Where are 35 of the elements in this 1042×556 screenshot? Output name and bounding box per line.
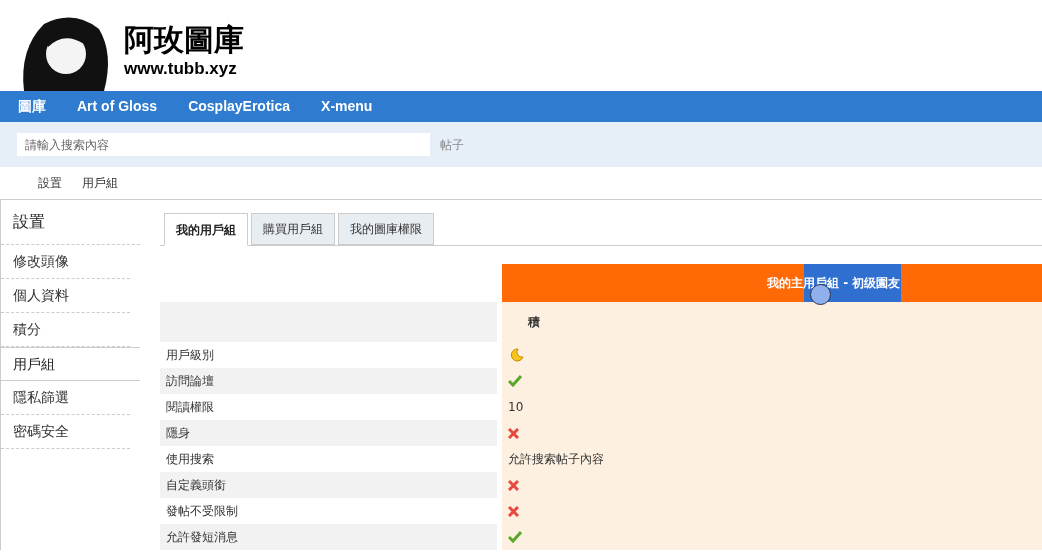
permission-label: 隱身 xyxy=(160,420,497,446)
permission-label: 閱讀權限 xyxy=(165,399,215,416)
moon-icon xyxy=(508,347,524,363)
nav-link[interactable]: Art of Gloss xyxy=(77,96,158,117)
check-icon xyxy=(508,375,522,387)
nav-link[interactable]: CosplayErotica xyxy=(188,96,291,117)
permission-label: 使用搜索 xyxy=(165,451,215,468)
points-label: 積 xyxy=(528,314,540,331)
permission-label: 允許發短消息 xyxy=(160,524,497,550)
search-field[interactable]: 請輸入搜索內容 xyxy=(17,133,430,156)
permission-label: 訪問論壇 xyxy=(160,368,497,394)
tab[interactable]: 我的用戶組 xyxy=(164,213,248,246)
permission-label: 發帖不受限制 xyxy=(165,503,239,520)
sidebar-title: 設置 xyxy=(1,200,140,245)
breadcrumb-link[interactable]: 設置 xyxy=(38,174,62,192)
sidebar-item[interactable]: 修改頭像 xyxy=(1,245,130,279)
sidebar-item[interactable]: 密碼安全 xyxy=(1,415,130,449)
logo-url: www.tubb.xyz xyxy=(124,59,238,79)
tab[interactable]: 購買用戶組 xyxy=(251,213,335,245)
sidebar-item[interactable]: 個人資料 xyxy=(1,279,130,313)
cross-icon xyxy=(508,505,519,517)
nav-link[interactable]: 圖庫 xyxy=(18,96,46,117)
sidebar-item[interactable]: 用戶組 xyxy=(1,347,140,381)
permission-value: 10 xyxy=(508,399,524,416)
cross-icon xyxy=(508,479,519,491)
permission-label: 自定義頭銜 xyxy=(160,472,497,498)
cross-icon xyxy=(508,427,519,439)
nav-link[interactable]: X-menu xyxy=(321,96,373,117)
check-icon xyxy=(508,531,522,543)
breadcrumb-link[interactable]: 用戶組 xyxy=(82,174,118,192)
logo-title: 阿玫圖庫 xyxy=(124,21,244,59)
permission-label: 用戶級別 xyxy=(165,347,215,364)
tab[interactable]: 我的圖庫權限 xyxy=(338,213,434,245)
sidebar-item[interactable]: 隱私篩選 xyxy=(1,381,130,415)
permission-value: 允許搜索帖子內容 xyxy=(508,451,604,468)
